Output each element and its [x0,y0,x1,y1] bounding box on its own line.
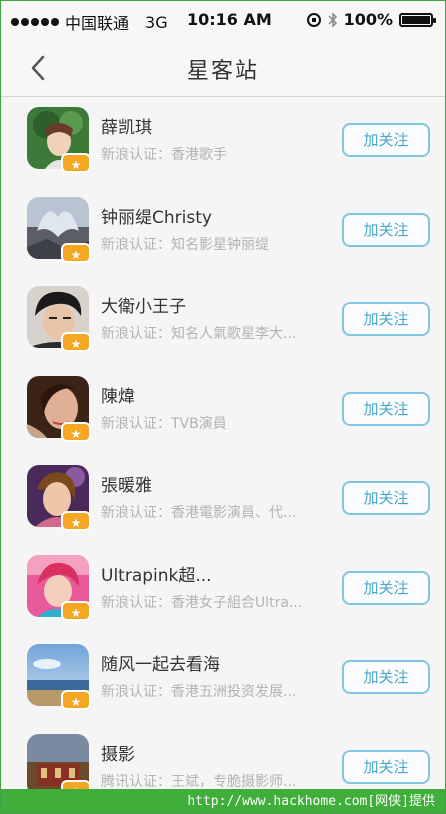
user-name[interactable]: Ultrapink超... [101,561,212,586]
follow-button[interactable]: 加关注 [342,660,430,694]
watermark-bar: http://www.hackhome.com[网侠]提供 [1,789,445,813]
page-title: 星客站 [186,59,259,84]
star-badge-icon: ★ [61,511,91,531]
status-left: 中国联通 3G [11,10,168,34]
list-item[interactable]: ★ 大衛小王子 新浪认证：知名人氣歌星李大... 加关注 [1,276,445,366]
star-badge-icon: ★ [61,332,91,352]
star-badge-icon: ★ [61,421,91,442]
list-item[interactable]: ★ 钟丽缇Christy 新浪认证：知名影星钟丽缇 加关注 [1,187,445,277]
watermark-text: http://www.hackhome.com[网侠]提供 [187,794,435,809]
user-name[interactable]: 陳煒 [101,382,135,407]
user-verification: 腾讯认证：王斌，专脆摄影师... [101,773,297,790]
list-item[interactable]: ★ Ultrapink超... 新浪认证：香港女子組合Ultra... 加关注 [1,545,445,635]
carrier-label: 中国联通 [65,14,130,33]
list-item[interactable]: ★ 摄影 腾讯认证：王斌，专脆摄影师... 加关注 [1,724,445,790]
battery-icon [399,12,436,27]
star-badge-icon: ★ [61,779,91,789]
list-item[interactable]: ★ 張暖雅 新浪认证：香港電影演員、代... 加关注 [1,455,445,545]
user-name[interactable]: 張暖雅 [101,471,152,496]
phone-screen: 中国联通 3G 10:16 AM 100% 星客站 ★ 薛凯琪 新浪认证：香港歌… [0,0,446,814]
user-name[interactable]: 薛凯琪 [101,113,152,138]
celebrity-list: ★ 薛凯琪 新浪认证：香港歌手 加关注 ★ 钟丽缇Christy 新浪认证：知名… [1,97,445,789]
user-name[interactable]: 钟丽缇Christy [101,203,212,228]
user-name[interactable]: 大衛小王子 [101,292,186,317]
user-name[interactable]: 摄影 [101,740,135,765]
list-item[interactable]: ★ 陳煒 新浪认证：TVB演員 加关注 [1,366,445,456]
follow-button[interactable]: 加关注 [342,123,430,157]
navigation-bar: 星客站 [1,39,445,97]
list-item[interactable]: ★ 随风一起去看海 新浪认证：香港五洲投资发展... 加关注 [1,634,445,724]
list-item[interactable]: ★ 薛凯琪 新浪认证：香港歌手 加关注 [1,97,445,187]
user-verification: 新浪认证：香港五洲投资发展... [101,684,297,700]
user-verification: 新浪认证：香港電影演員、代... [101,505,297,521]
bluetooth-icon [328,11,337,28]
follow-button[interactable]: 加关注 [342,749,430,784]
user-verification: 新浪认证：TVB演員 [101,415,227,432]
signal-strength-icon [11,18,59,26]
star-badge-icon: ★ [61,600,91,621]
star-badge-icon: ★ [61,242,91,263]
user-name[interactable]: 随风一起去看海 [101,650,220,675]
star-badge-icon: ★ [61,153,91,173]
follow-button[interactable]: 加关注 [342,570,430,605]
follow-button[interactable]: 加关注 [342,302,430,336]
follow-button[interactable]: 加关注 [342,481,430,515]
battery-percent: 100% [343,10,393,29]
network-label: 3G [145,12,168,32]
status-right: 100% [306,10,436,29]
star-badge-icon: ★ [61,690,91,710]
follow-button[interactable]: 加关注 [342,391,430,426]
user-verification: 新浪认证：香港女子組合Ultra... [101,594,303,611]
status-bar: 中国联通 3G 10:16 AM 100% [1,1,445,39]
rotation-lock-icon [306,12,321,27]
follow-button[interactable]: 加关注 [342,212,430,247]
status-time: 10:16 AM [187,10,272,29]
user-verification: 新浪认证：知名影星钟丽缇 [101,236,269,253]
user-verification: 新浪认证：香港歌手 [101,147,227,163]
user-verification: 新浪认证：知名人氣歌星李大... [101,326,297,342]
